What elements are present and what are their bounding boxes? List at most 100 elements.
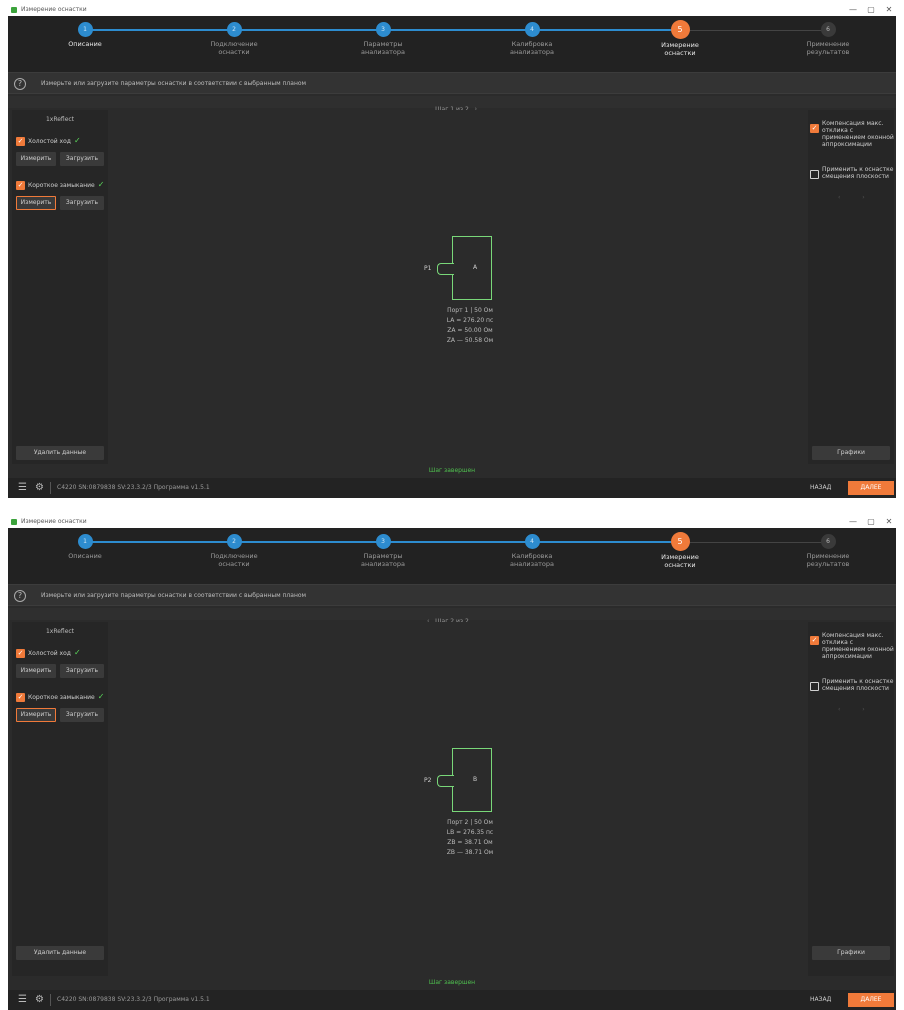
gear-icon[interactable]: ⚙ [35, 483, 44, 493]
minimize-icon[interactable]: — [846, 516, 860, 528]
step-number: 6 [820, 22, 836, 37]
step-label: Параметры анализатора [361, 40, 405, 56]
apply-offset-label: Применить к оснастке смещения плоскости [822, 166, 894, 180]
step-label: Измерение оснастки [661, 553, 699, 569]
fixture-parameters: Порт 2 | 50 Ом LB = 276.35 пс ZB = 38.71… [410, 818, 530, 858]
wizard-step-6[interactable]: 6 Применение результатов [753, 534, 896, 568]
wizard-step-2[interactable]: 2 Подключение оснастки [159, 534, 309, 568]
wizard-step-3[interactable]: 3 Параметры анализатора [308, 534, 458, 568]
info-bar: ? Измерьте или загрузите параметры оснас… [8, 72, 896, 94]
measure-short-button[interactable]: Измерить [16, 196, 56, 210]
back-button[interactable]: НАЗАД [810, 996, 831, 1003]
param-port: Порт 1 | 50 Ом [447, 307, 493, 314]
close-icon[interactable]: ✕ [882, 516, 896, 528]
pager-icon: ‹ › [838, 194, 875, 201]
load-short-button[interactable]: Загрузить [60, 196, 104, 210]
window-title: Измерение оснастки [21, 518, 87, 525]
divider [50, 482, 51, 494]
checkbox-checked-icon[interactable]: ✓ [810, 124, 819, 133]
wizard-step-5[interactable]: 5 Измерение оснастки [605, 20, 755, 57]
next-button[interactable]: ДАЛЕЕ [848, 993, 894, 1007]
step-number: 1 [77, 22, 93, 37]
next-button[interactable]: ДАЛЕЕ [848, 481, 894, 495]
step-number: 5 [670, 20, 690, 39]
bottom-bar: ☰ ⚙ C4220 SN:0879838 SV:23.3.2/3 Програм… [8, 990, 896, 1010]
wizard-step-4[interactable]: 4 Калибровка анализатора [457, 534, 607, 568]
load-short-button[interactable]: Загрузить [60, 708, 104, 722]
measure-open-button[interactable]: Измерить [16, 152, 56, 166]
step-number: 4 [524, 534, 540, 549]
help-icon[interactable]: ? [14, 78, 26, 90]
graphs-button[interactable]: Графики [812, 946, 890, 960]
short-checkbox[interactable]: ✓ Короткое замыкание ✓ [16, 692, 104, 702]
divider [50, 994, 51, 1006]
connector-join [451, 264, 455, 274]
wizard-step-4[interactable]: 4 Калибровка анализатора [457, 22, 607, 56]
load-open-button[interactable]: Загрузить [60, 152, 104, 166]
checkbox-checked-icon[interactable]: ✓ [810, 636, 819, 645]
help-icon[interactable]: ? [14, 590, 26, 602]
delete-data-button[interactable]: Удалить данные [16, 946, 104, 960]
checkbox-checked-icon[interactable]: ✓ [16, 693, 25, 702]
minimize-icon[interactable]: — [846, 4, 860, 16]
step-label: Описание [68, 552, 102, 560]
fixture-diagram: P2 B Порт 2 | 50 Ом LB = 276.35 пс ZB = … [110, 622, 806, 976]
checkmark-ok-icon: ✓ [97, 180, 105, 189]
measure-short-button[interactable]: Измерить [16, 708, 56, 722]
checkbox-unchecked-icon[interactable] [810, 682, 819, 691]
compensation-label: Компенсация макс. отклика с применением … [822, 632, 894, 660]
close-icon[interactable]: ✕ [882, 4, 896, 16]
apply-offset-checkbox[interactable]: Применить к оснастке смещения плоскости [810, 678, 894, 698]
checkbox-checked-icon[interactable]: ✓ [16, 137, 25, 146]
wizard-step-1[interactable]: 1 Описание [10, 534, 160, 560]
fixture-diagram: P1 A Порт 1 | 50 Ом LA = 276.20 пс ZA = … [110, 110, 806, 464]
load-open-button[interactable]: Загрузить [60, 664, 104, 678]
step-number: 3 [375, 534, 391, 549]
fixture-block: B [452, 748, 492, 812]
param-impedance: ZB = 38.71 Ом [447, 839, 493, 846]
wizard-step-6[interactable]: 6 Применение результатов [753, 22, 896, 56]
compensation-checkbox[interactable]: ✓ Компенсация макс. отклика с применение… [810, 120, 894, 150]
delete-data-button[interactable]: Удалить данные [16, 446, 104, 460]
port-label: P2 [424, 777, 432, 784]
wizard-step-1[interactable]: 1 Описание [10, 22, 160, 48]
open-checkbox[interactable]: ✓ Холостой ход ✓ [16, 136, 81, 146]
checkbox-checked-icon[interactable]: ✓ [16, 649, 25, 658]
compensation-checkbox[interactable]: ✓ Компенсация макс. отклика с применение… [810, 632, 894, 662]
step-number: 4 [524, 22, 540, 37]
step-number: 5 [670, 532, 690, 551]
wizard-step-3[interactable]: 3 Параметры анализатора [308, 22, 458, 56]
short-label: Короткое замыкание [28, 694, 95, 701]
fixture-name: 1xReflect [45, 628, 75, 635]
apply-offset-label: Применить к оснастке смещения плоскости [822, 678, 894, 692]
open-label: Холостой ход [28, 138, 71, 145]
step-navigator: Шаг 1 из 2 › [8, 96, 896, 113]
checkbox-unchecked-icon[interactable] [810, 170, 819, 179]
standards-panel: 1xReflect ✓ Холостой ход ✓ Измерить Загруз… [12, 110, 108, 464]
measure-open-button[interactable]: Измерить [16, 664, 56, 678]
wizard-step-2[interactable]: 2 Подключение оснастки [159, 22, 309, 56]
step-navigator: ‹ Шаг 2 из 2 [8, 608, 896, 625]
checkmark-ok-icon: ✓ [73, 136, 81, 145]
short-checkbox[interactable]: ✓ Короткое замыкание ✓ [16, 180, 104, 190]
graphs-button[interactable]: Графики [812, 446, 890, 460]
fixture-block-label: B [473, 776, 478, 783]
status-text: Шаг завершен [428, 467, 476, 474]
open-checkbox[interactable]: ✓ Холостой ход ✓ [16, 648, 81, 658]
back-button[interactable]: НАЗАД [810, 484, 831, 491]
gear-icon[interactable]: ⚙ [35, 995, 44, 1005]
step-label: Применение результатов [806, 552, 850, 568]
fixture-block: A [452, 236, 492, 300]
options-panel: ✓ Компенсация макс. отклика с применение… [808, 622, 894, 976]
apply-offset-checkbox[interactable]: Применить к оснастке смещения плоскости [810, 166, 894, 186]
maximize-icon[interactable]: ▢ [864, 516, 878, 528]
maximize-icon[interactable]: ▢ [864, 4, 878, 16]
checkbox-checked-icon[interactable]: ✓ [16, 181, 25, 190]
param-impedance-2: ZA — 50.58 Ом [446, 337, 494, 344]
wizard-step-5[interactable]: 5 Измерение оснастки [605, 532, 755, 569]
app-window-step1: Измерение оснастки — ▢ ✕ 1 Описание 2 По… [8, 4, 896, 498]
menu-icon[interactable]: ☰ [18, 483, 27, 493]
step-label: Описание [68, 40, 102, 48]
menu-icon[interactable]: ☰ [18, 995, 27, 1005]
param-impedance-2: ZB — 38.71 Ом [446, 849, 494, 856]
